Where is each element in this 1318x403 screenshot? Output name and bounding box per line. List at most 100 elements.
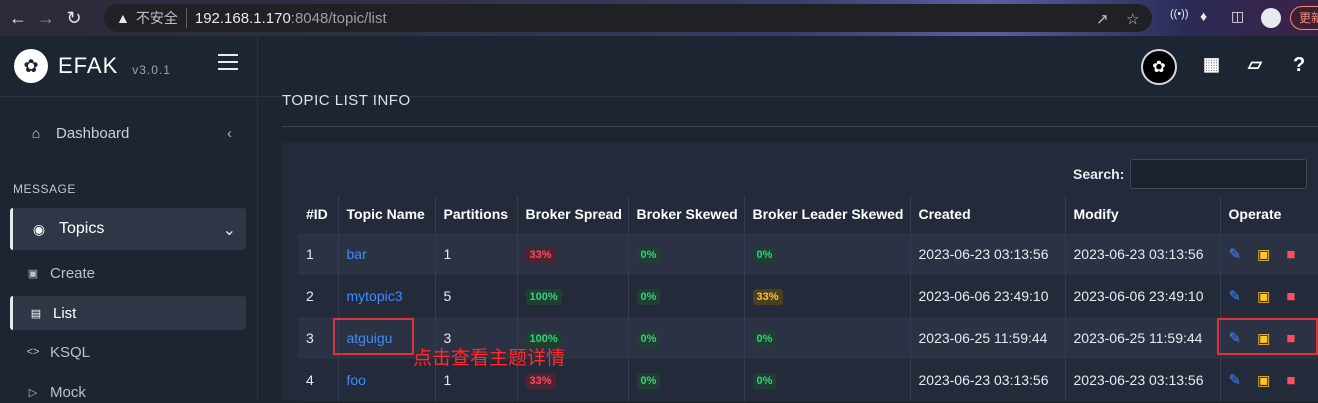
cell-created: 2023-06-23 03:13:56 — [910, 359, 1065, 401]
topic-link[interactable]: bar — [347, 246, 367, 262]
sidebar-item-label: Create — [50, 265, 95, 282]
delete-trash-icon[interactable]: ■ — [1286, 288, 1295, 305]
spread-badge: 33% — [526, 373, 556, 389]
sidebar-item-dashboard[interactable]: ⌂ Dashboard ‹ — [10, 122, 246, 144]
sidebar-item-label: List — [53, 305, 76, 322]
cube-icon[interactable]: ▱ — [1248, 54, 1262, 75]
clean-icon[interactable]: ▣ — [1257, 246, 1270, 263]
back-arrow-icon[interactable]: ← — [8, 8, 28, 28]
cell-created: 2023-06-06 23:49:10 — [910, 275, 1065, 317]
col-modify[interactable]: Modify — [1065, 195, 1220, 233]
profile-avatar-icon[interactable] — [1261, 8, 1281, 28]
user-avatar[interactable]: ✿ — [1141, 49, 1177, 85]
clean-icon[interactable]: ▣ — [1257, 372, 1270, 389]
cell-modify: 2023-06-25 11:59:44 — [1065, 317, 1220, 359]
code-icon: <> — [26, 346, 40, 358]
sidebar-item-label: Dashboard — [56, 125, 129, 142]
title-divider — [282, 126, 1318, 127]
share-icon[interactable]: ↗ — [1096, 10, 1109, 28]
send-icon: ▷ — [26, 386, 40, 399]
edit-pencil-icon[interactable]: ✎ — [1229, 287, 1242, 305]
home-icon: ⌂ — [26, 125, 46, 141]
skewed-badge: 0% — [637, 373, 661, 389]
cell-modify: 2023-06-23 03:13:56 — [1065, 359, 1220, 401]
side-panel-icon[interactable]: ◫ — [1231, 8, 1244, 25]
leader-skewed-badge: 33% — [753, 289, 783, 305]
sidebar-subitem-list[interactable]: ▤ List — [10, 296, 246, 330]
section-label-message: MESSAGE — [13, 182, 76, 196]
update-button[interactable]: 更新 — [1290, 6, 1318, 30]
chevron-left-icon: ‹ — [227, 125, 232, 142]
efak-logo-icon: ✿ — [14, 49, 48, 83]
delete-trash-icon[interactable]: ■ — [1286, 246, 1295, 263]
hamburger-menu-icon[interactable] — [218, 54, 238, 72]
cell-id: 2 — [298, 275, 338, 317]
operate-actions: ✎ ▣ ■ — [1229, 245, 1318, 263]
bookmark-star-icon[interactable]: ☆ — [1126, 10, 1139, 28]
chevron-down-icon: ⌄ — [223, 220, 236, 240]
clean-icon[interactable]: ▣ — [1257, 288, 1270, 305]
url-path: :8048/topic/list — [291, 10, 387, 27]
brand-name: EFAK — [58, 53, 118, 79]
leader-skewed-badge: 0% — [753, 331, 777, 347]
topic-link[interactable]: foo — [347, 372, 366, 388]
reload-icon[interactable]: ↻ — [64, 8, 84, 28]
edit-square-icon: ▣ — [26, 267, 40, 280]
col-broker-skewed[interactable]: Broker Skewed — [628, 195, 744, 233]
cast-icon[interactable]: ((•)) — [1170, 8, 1189, 20]
search-input[interactable] — [1130, 159, 1307, 189]
forward-arrow-icon[interactable]: → — [36, 8, 56, 28]
sidebar-item-label: Topics — [59, 220, 104, 238]
operate-actions: ✎ ▣ ■ — [1229, 287, 1318, 305]
spread-badge: 33% — [526, 247, 556, 263]
leader-skewed-badge: 0% — [753, 373, 777, 389]
sidebar-item-label: Mock — [50, 384, 86, 401]
skewed-badge: 0% — [637, 289, 661, 305]
page-title: TOPIC LIST INFO — [282, 92, 411, 109]
col-partitions[interactable]: Partitions — [435, 195, 517, 233]
help-icon[interactable]: ? — [1293, 54, 1305, 77]
brand-header: ✿ EFAK v3.0.1 — [0, 36, 257, 97]
sidebar: ✿ EFAK v3.0.1 ⌂ Dashboard ‹ MESSAGE ◉ To… — [0, 36, 258, 400]
table-row: 1 bar 1 33% 0% 0% 2023-06-23 03:13:56 20… — [298, 233, 1318, 275]
cell-id: 4 — [298, 359, 338, 401]
col-created[interactable]: Created — [910, 195, 1065, 233]
sidebar-item-label: KSQL — [50, 344, 90, 361]
table-row: 2 mytopic3 5 100% 0% 33% 2023-06-06 23:4… — [298, 275, 1318, 317]
edit-pencil-icon[interactable]: ✎ — [1229, 245, 1242, 263]
skewed-badge: 0% — [637, 247, 661, 263]
url-text[interactable]: 192.168.1.170:8048/topic/list — [195, 10, 387, 27]
browser-toolbar: ← → ↻ ▲ 不安全 192.168.1.170:8048/topic/lis… — [0, 0, 1318, 36]
col-broker-spread[interactable]: Broker Spread — [517, 195, 628, 233]
cell-modify: 2023-06-06 23:49:10 — [1065, 275, 1220, 317]
col-operate: Operate — [1220, 195, 1318, 233]
highlight-box-operate — [1217, 318, 1318, 355]
col-id[interactable]: #ID — [298, 195, 338, 233]
highlight-box-topic — [333, 318, 414, 355]
lock-list-icon: ▤ — [29, 307, 43, 320]
warning-icon[interactable]: ▲ — [116, 10, 130, 26]
operate-actions: ✎ ▣ ■ — [1229, 371, 1318, 389]
cell-modify: 2023-06-23 03:13:56 — [1065, 233, 1220, 275]
spread-badge: 100% — [526, 289, 562, 305]
cell-created: 2023-06-23 03:13:56 — [910, 233, 1065, 275]
edit-pencil-icon[interactable]: ✎ — [1229, 371, 1242, 389]
col-broker-leader-skewed[interactable]: Broker Leader Skewed — [744, 195, 910, 233]
annotation-text: 点击查看主题详情 — [413, 343, 565, 370]
extensions-puzzle-icon[interactable]: ♦ — [1200, 8, 1207, 24]
apps-grid-icon[interactable]: ▦ — [1203, 54, 1220, 75]
skewed-badge: 0% — [637, 331, 661, 347]
delete-trash-icon[interactable]: ■ — [1286, 372, 1295, 389]
brand-version: v3.0.1 — [132, 63, 171, 77]
sidebar-subitem-create[interactable]: ▣ Create — [10, 262, 246, 284]
cell-id: 3 — [298, 317, 338, 359]
insecure-label: 不安全 — [136, 8, 187, 28]
sidebar-item-topics[interactable]: ◉ Topics ⌄ — [10, 208, 246, 250]
col-topic-name[interactable]: Topic Name — [338, 195, 435, 233]
search-label: Search: — [1073, 166, 1124, 182]
topic-link[interactable]: mytopic3 — [347, 288, 403, 304]
address-bar[interactable]: ▲ 不安全 192.168.1.170:8048/topic/list ↗ ☆ — [104, 4, 1152, 32]
cell-partitions: 1 — [435, 233, 517, 275]
sidebar-subitem-ksql[interactable]: <> KSQL — [10, 341, 246, 363]
cell-id: 1 — [298, 233, 338, 275]
